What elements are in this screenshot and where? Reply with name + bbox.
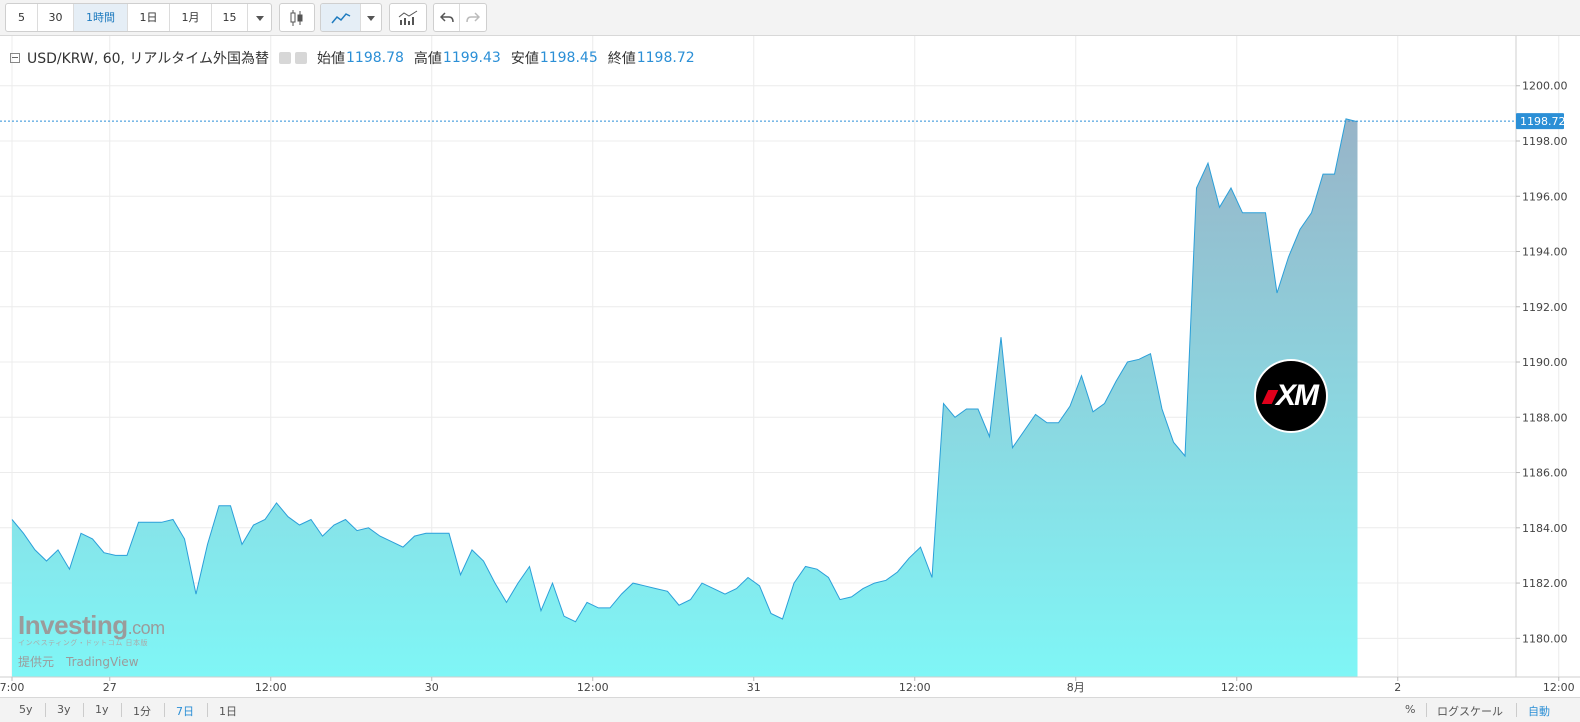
y-tick-label: 1180.00 (1522, 632, 1568, 645)
settings-icon[interactable] (295, 52, 308, 64)
eye-icon[interactable] (279, 52, 292, 64)
chart-toolbar: 5 30 1時間 1日 1月 15 (0, 0, 1580, 36)
close-value: 1198.72 (636, 50, 695, 66)
y-tick-label: 1196.00 (1522, 190, 1568, 203)
x-tick-label: 31 (747, 681, 761, 694)
x-tick-label: 12:00 (577, 681, 609, 694)
x-tick-label: 7:00 (0, 681, 24, 694)
provider-text: 提供元 TradingView (18, 655, 139, 669)
range-1min-button[interactable]: 1分 (133, 703, 151, 719)
chart-type-dropdown-button[interactable] (361, 4, 381, 31)
interval-30-button[interactable]: 30 (38, 4, 74, 31)
range-bar: 5y 3y 1y 1分 7日 1日 % ログスケール 自動 (0, 697, 1580, 722)
range-divider (1426, 703, 1427, 717)
range-3y-button[interactable]: 3y (57, 703, 71, 716)
auto-scale-button[interactable]: 自動 (1528, 703, 1550, 719)
percent-scale-button[interactable]: % (1405, 703, 1415, 716)
range-divider (1516, 703, 1517, 717)
price-chart[interactable]: 1180.00 1182.00 1184.00 1186.00 1188.00 1190.… (0, 36, 1580, 697)
range-divider (121, 703, 122, 717)
indicators-button[interactable] (390, 4, 426, 31)
interval-group: 5 30 1時間 1日 1月 15 (5, 3, 272, 32)
candlestick-icon (290, 10, 303, 26)
range-1d-button[interactable]: 1日 (219, 703, 237, 719)
x-tick-label: 12:00 (899, 681, 931, 694)
area-style-button[interactable] (321, 4, 361, 31)
high-value: 1199.43 (442, 50, 501, 66)
candlestick-style-button[interactable] (280, 4, 314, 31)
redo-icon (466, 12, 481, 23)
last-price-tag: 1198.72 (1516, 113, 1566, 130)
log-scale-button[interactable]: ログスケール (1437, 703, 1503, 719)
range-divider (83, 703, 84, 717)
history-group (433, 3, 487, 32)
range-divider (207, 703, 208, 717)
interval-1d-button[interactable]: 1日 (128, 4, 170, 31)
close-label: 終値 (607, 51, 636, 67)
indicators-icon (398, 10, 418, 25)
chart-type-group (320, 3, 382, 32)
x-tick-label: 8月 (1067, 681, 1085, 694)
last-price-tag-label: 1198.72 (1520, 115, 1566, 128)
undo-button[interactable] (434, 4, 460, 31)
x-tick-label: 2 (1394, 681, 1401, 694)
interval-1m-button[interactable]: 1月 (170, 4, 212, 31)
interval-dropdown-button[interactable] (248, 4, 271, 31)
range-divider (45, 703, 46, 717)
investing-subline: インベスティング・ドットコム 日本版 (18, 639, 148, 647)
time-axis[interactable]: 7:002712:003012:003112:008月12:00212:003 (0, 677, 1580, 694)
y-tick-label: 1192.00 (1522, 301, 1568, 314)
y-tick-label: 1194.00 (1522, 246, 1568, 259)
interval-15-button[interactable]: 15 (212, 4, 248, 31)
x-tick-label: 12:00 (1221, 681, 1253, 694)
x-tick-label: 30 (425, 681, 439, 694)
collapse-icon[interactable] (10, 53, 20, 63)
area-chart-icon (330, 13, 350, 24)
chevron-down-icon (255, 16, 264, 21)
y-tick-label: 1186.00 (1522, 467, 1568, 480)
symbol-title: USD/KRW, 60, リアルタイム外国為替 (27, 51, 270, 67)
price-axis[interactable]: 1180.00 1182.00 1184.00 1186.00 1188.00 1190.… (1516, 80, 1568, 646)
investing-watermark: Investing.com インベスティング・ドットコム 日本版 提供元 Tra… (18, 610, 165, 670)
range-1y-button[interactable]: 1y (95, 703, 109, 716)
y-tick-label: 1198.00 (1522, 135, 1568, 148)
candles-group (279, 3, 315, 32)
interval-1h-button[interactable]: 1時間 (74, 4, 128, 31)
y-tick-label: 1188.00 (1522, 411, 1568, 424)
range-7d-button[interactable]: 7日 (176, 703, 194, 719)
y-tick-label: 1190.00 (1522, 356, 1568, 369)
y-tick-label: 1184.00 (1522, 522, 1568, 535)
low-value: 1198.45 (539, 50, 598, 66)
high-label: 高値 (413, 51, 442, 67)
open-label: 始値 (317, 51, 346, 67)
chevron-down-icon (367, 16, 375, 21)
xm-logo: XM (1256, 361, 1326, 431)
x-tick-label: 12:00 (255, 681, 287, 694)
investing-logo: Investing (18, 610, 128, 640)
x-tick-label: 27 (103, 681, 117, 694)
series-legend: USD/KRW, 60, リアルタイム外国為替 始値 1198.78 高値 1199… (10, 48, 695, 68)
x-tick-label: 12:00 (1543, 681, 1575, 694)
open-value: 1198.78 (346, 50, 404, 66)
y-tick-label: 1182.00 (1522, 577, 1568, 590)
range-5y-button[interactable]: 5y (19, 703, 33, 716)
range-divider (164, 703, 165, 717)
redo-button[interactable] (460, 4, 486, 31)
investing-logo-suffix: .com (127, 618, 166, 638)
undo-icon (439, 12, 454, 23)
y-tick-label: 1200.00 (1522, 80, 1568, 93)
interval-5-button[interactable]: 5 (6, 4, 38, 31)
low-label: 安値 (510, 51, 539, 67)
price-area-fill (12, 118, 1358, 677)
indicators-group (389, 3, 427, 32)
